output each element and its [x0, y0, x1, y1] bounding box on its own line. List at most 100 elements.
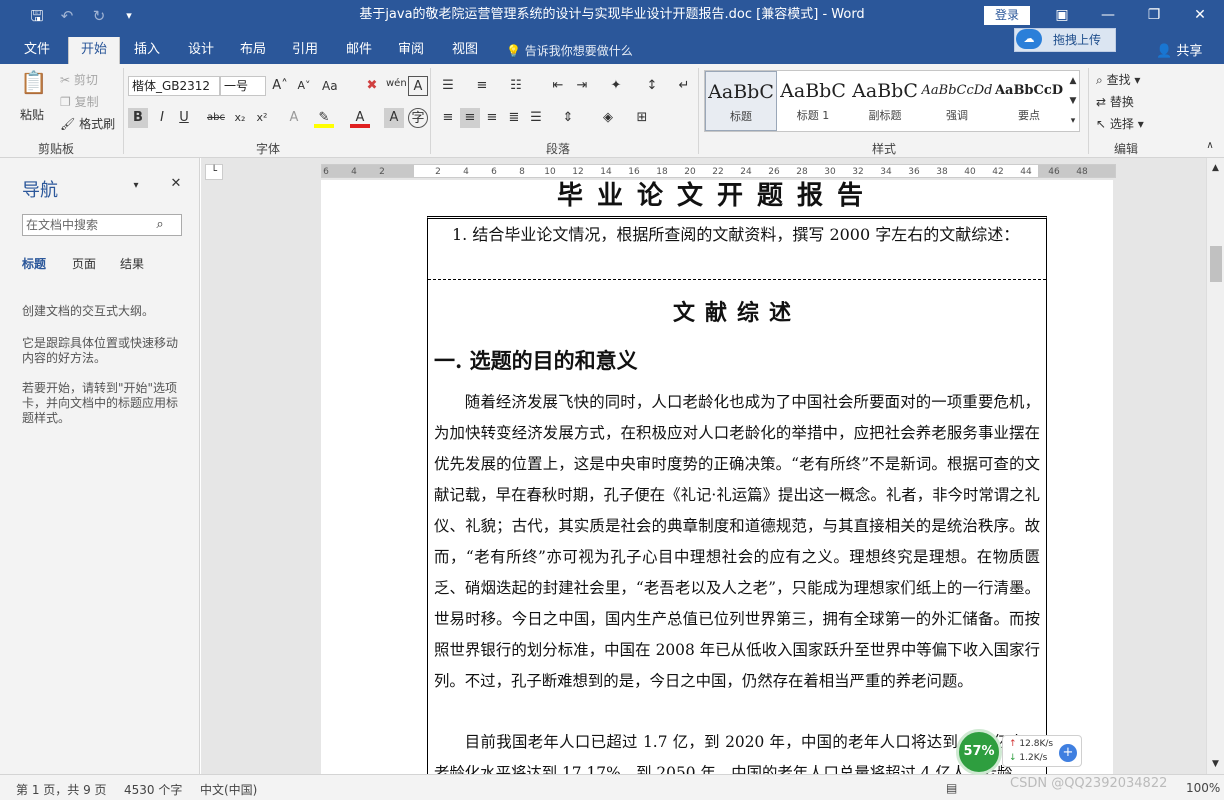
tell-me-search[interactable]: 💡 告诉我你想要做什么	[506, 42, 633, 59]
bullets-icon[interactable]: ☰	[438, 76, 458, 96]
align-right-icon[interactable]: ≡	[482, 108, 502, 128]
memory-gauge[interactable]: 57%	[956, 729, 1002, 775]
tab-references[interactable]: 引用	[282, 37, 328, 64]
shading-icon[interactable]: ◈	[598, 108, 618, 128]
styles-more-icon[interactable]: ▾	[1067, 111, 1079, 131]
login-button[interactable]: 登录	[984, 6, 1030, 25]
distributed-icon[interactable]: ☰	[526, 108, 546, 128]
show-marks-icon[interactable]: ↵	[674, 76, 694, 96]
save-icon[interactable]: 🖫	[26, 6, 48, 26]
text-effects-icon[interactable]: A	[284, 108, 304, 128]
tab-layout[interactable]: 布局	[230, 37, 276, 64]
scroll-thumb[interactable]	[1210, 246, 1222, 282]
grow-font-icon[interactable]: A˄	[270, 76, 290, 96]
search-icon[interactable]: ⌕	[150, 215, 170, 235]
format-painter-button[interactable]: 🖌 格式刷	[60, 115, 115, 133]
shrink-font-icon[interactable]: A˅	[294, 76, 314, 96]
bold-button[interactable]: B	[128, 108, 148, 128]
subscript-button[interactable]: x₂	[230, 108, 250, 128]
styles-scroll-up-icon[interactable]: ▲	[1067, 71, 1079, 91]
borders-icon[interactable]: ⊞	[632, 108, 652, 128]
chinese-layout-icon[interactable]: ✦	[606, 76, 626, 96]
read-mode-icon[interactable]: ▤	[946, 781, 957, 795]
close-icon[interactable]: ✕	[1180, 2, 1220, 28]
nav-tab-results[interactable]: 结果	[120, 255, 144, 272]
sort-icon[interactable]: ↕	[642, 76, 662, 96]
paste-button[interactable]: 粘贴	[20, 106, 44, 124]
font-name-select[interactable]: 楷体_GB2312	[128, 76, 220, 96]
enclose-char-icon[interactable]: 字	[408, 108, 428, 128]
redo-icon[interactable]: ↻	[88, 6, 110, 26]
tab-insert[interactable]: 插入	[124, 37, 170, 64]
tab-file[interactable]: 文件	[14, 37, 60, 64]
ribbon-display-icon[interactable]: ▣	[1042, 2, 1082, 28]
document-page[interactable]: 毕业论文开题报告 1. 结合毕业论文情况，根据所查阅的文献资料，撰写 2000 …	[321, 180, 1113, 774]
scroll-up-icon[interactable]: ▲	[1207, 158, 1224, 178]
undo-icon[interactable]: ↶	[56, 6, 78, 26]
style-emphasis[interactable]: AaBbCcDd 强调	[921, 71, 993, 131]
nav-hint-1: 创建文档的交互式大纲。	[22, 304, 155, 318]
find-button[interactable]: ⌕ 查找 ▾	[1096, 71, 1140, 89]
phonetic-guide-button[interactable]: wén	[386, 75, 407, 93]
multilevel-list-icon[interactable]: ☷	[506, 76, 526, 96]
vertical-scrollbar[interactable]: ▲ ▼	[1206, 158, 1224, 774]
nav-close-icon[interactable]: ✕	[166, 174, 186, 194]
report-heading: 毕业论文开题报告	[556, 181, 877, 211]
strikethrough-button[interactable]: abc	[206, 108, 226, 128]
line-spacing-icon[interactable]: ⇕	[558, 108, 578, 128]
styles-group-label: 样式	[872, 142, 897, 156]
increase-indent-icon[interactable]: ⇥	[572, 76, 592, 96]
share-button[interactable]: 👤 共享	[1156, 40, 1202, 59]
restore-icon[interactable]: ❐	[1134, 2, 1174, 28]
style-strong[interactable]: AaBbCcD 要点	[993, 71, 1065, 131]
nav-tab-pages[interactable]: 页面	[72, 255, 96, 272]
word-count[interactable]: 4530 个字	[124, 781, 182, 798]
align-center-icon[interactable]: ≡	[460, 108, 480, 128]
highlight-icon[interactable]: ✎	[314, 108, 334, 128]
decrease-indent-icon[interactable]: ⇤	[548, 76, 568, 96]
char-border-icon[interactable]: A	[408, 76, 428, 96]
nav-options-icon[interactable]: ▾	[126, 176, 146, 196]
tab-review[interactable]: 审阅	[388, 37, 434, 64]
document-area[interactable]: └ 6 4 2 2 4 6 8 10 12 14 16 18 20 22 24 26 28 30 32 34 36 38 4…	[201, 158, 1206, 774]
cut-button[interactable]: ✂ 剪切	[60, 71, 98, 89]
minimize-icon[interactable]: —	[1088, 2, 1128, 28]
style-heading-1[interactable]: AaBbC 标题 1	[777, 71, 849, 131]
horizontal-ruler[interactable]: 6 4 2 2 4 6 8 10 12 14 16 18 20 22 24 26 28 30 32 34 36 38 40 4…	[321, 164, 1116, 178]
replace-button[interactable]: ⇄ 替换	[1096, 93, 1134, 111]
collapse-ribbon-icon[interactable]: ∧	[1200, 136, 1220, 156]
tab-home[interactable]: 开始	[68, 37, 120, 64]
paste-icon[interactable]: 📋	[20, 73, 47, 104]
boost-icon[interactable]: +	[1059, 744, 1077, 762]
tab-design[interactable]: 设计	[178, 37, 224, 64]
change-case-button[interactable]: Aa	[322, 77, 338, 95]
ruler-tick: 2	[379, 167, 385, 177]
tab-mailings[interactable]: 邮件	[336, 37, 382, 64]
zoom-level[interactable]: 100%	[1186, 781, 1220, 795]
char-shading-icon[interactable]: A	[384, 108, 404, 128]
ruler-tick: 16	[628, 167, 640, 177]
ruler-tick: 14	[600, 167, 612, 177]
numbering-icon[interactable]: ≡	[472, 76, 492, 96]
scroll-down-icon[interactable]: ▼	[1207, 754, 1224, 774]
justify-icon[interactable]: ≣	[504, 108, 524, 128]
network-speed-widget[interactable]: ↑ 12.8K/s ↓ 1.2K/s + 57%	[956, 729, 1084, 775]
superscript-button[interactable]: x²	[252, 108, 272, 128]
style-subtitle[interactable]: AaBbC 副标题	[849, 71, 921, 131]
underline-button[interactable]: U	[174, 108, 194, 128]
nav-tab-headings[interactable]: 标题	[22, 255, 46, 272]
clear-format-icon[interactable]: ✖	[362, 76, 382, 96]
tab-view[interactable]: 视图	[442, 37, 488, 64]
font-size-select[interactable]: 一号	[220, 76, 266, 96]
italic-button[interactable]: I	[152, 108, 172, 128]
font-color-icon[interactable]: A	[350, 108, 370, 128]
customize-toolbar-icon[interactable]: ▾	[118, 6, 140, 26]
style-title[interactable]: AaBbC 标题	[705, 71, 777, 131]
page-count[interactable]: 第 1 页，共 9 页	[16, 781, 107, 798]
align-left-icon[interactable]: ≡	[438, 108, 458, 128]
tab-selector-icon[interactable]: └	[205, 164, 223, 180]
styles-scroll-down-icon[interactable]: ▼	[1067, 91, 1079, 111]
copy-button[interactable]: ❐ 复制	[60, 93, 99, 111]
select-button[interactable]: ↖ 选择 ▾	[1096, 115, 1144, 133]
language[interactable]: 中文(中国)	[200, 781, 257, 798]
